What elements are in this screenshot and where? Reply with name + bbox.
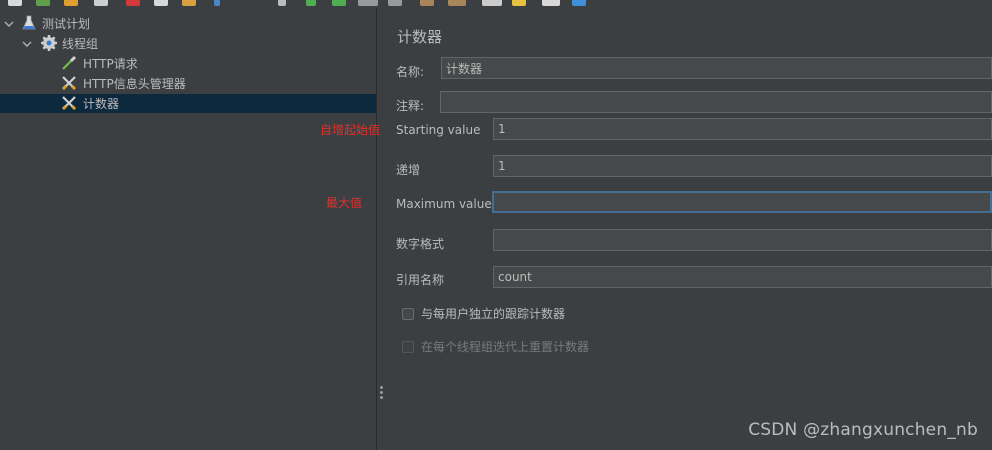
help-icon[interactable] [572,0,586,6]
counter-config-panel: 计数器 名称: 注释: Starting value 递增 Maximum va… [385,8,992,450]
splitter-grip[interactable] [380,391,383,394]
panel-splitter[interactable] [376,8,385,450]
reference-name-input[interactable] [493,266,992,288]
test-plan-tree: 测试计划 线程组 HTTP请求 HTTP信息头管理器 计数器 [0,8,376,450]
comment-input[interactable] [440,91,992,113]
start-icon[interactable] [306,0,316,6]
maximum-value-input[interactable] [492,191,992,213]
tree-item-header-manager[interactable]: HTTP信息头管理器 [0,74,376,93]
reset-counter-checkbox-row[interactable]: 在每个线程组迭代上重置计数器 [402,338,589,355]
splitter-grip[interactable] [380,386,383,389]
clear-all-icon[interactable] [448,0,466,6]
per-user-counter-checkbox[interactable] [402,307,414,320]
copy-icon[interactable] [154,0,168,6]
chevron-down-icon[interactable] [4,19,14,29]
tree-item-http-request[interactable]: HTTP请求 [0,54,376,73]
tree-item-label: 计数器 [83,97,120,111]
chevron-down-icon[interactable] [22,39,32,49]
reset-search-icon[interactable] [512,0,526,6]
save-icon[interactable] [94,0,108,6]
search-icon[interactable] [482,0,502,6]
tools-icon [60,74,78,92]
starting-value-input[interactable] [493,118,992,140]
paste-icon[interactable] [182,0,196,6]
tree-item-label: HTTP信息头管理器 [83,77,186,91]
maximum-value-label: Maximum value [396,197,492,211]
tree-item-thread-group[interactable]: 线程组 [0,34,376,53]
number-format-input[interactable] [493,229,992,251]
name-label: 名称: [396,65,425,79]
annotation-max-value: 最大值 [326,196,363,210]
comment-label: 注释: [396,99,425,113]
pipette-icon [60,54,78,72]
number-format-label: 数字格式 [396,237,445,251]
annotation-start-value: 自增起始值 [320,123,381,137]
clear-icon[interactable] [420,0,434,6]
per-user-counter-label: 与每用户独立的跟踪计数器 [421,307,566,321]
tree-item-counter[interactable]: 计数器 [0,94,376,113]
reset-counter-checkbox[interactable] [402,340,414,353]
cut-icon[interactable] [126,0,140,6]
expand-icon[interactable] [214,0,220,6]
tree-item-label: HTTP请求 [83,57,138,71]
gear-icon [40,34,58,52]
page-title: 计数器 [397,28,443,46]
toolbar [0,0,992,8]
tree-item-label: 线程组 [62,37,99,51]
per-user-counter-checkbox-row[interactable]: 与每用户独立的跟踪计数器 [402,305,565,322]
open-icon[interactable] [64,0,78,6]
reference-name-label: 引用名称 [396,273,445,287]
tools-icon [60,94,78,112]
templates-icon[interactable] [36,0,50,6]
new-icon[interactable] [8,0,22,6]
increment-label: 递增 [396,163,421,177]
function-helper-icon[interactable] [542,0,560,6]
name-input[interactable] [441,57,992,79]
increment-input[interactable] [493,155,992,177]
starting-value-label: Starting value [396,123,481,137]
reset-counter-label: 在每个线程组迭代上重置计数器 [421,340,590,354]
stop-icon[interactable] [358,0,378,6]
watermark: CSDN @zhangxunchen_nb [748,420,978,440]
splitter-grip[interactable] [380,396,383,399]
shutdown-icon[interactable] [388,0,402,6]
flask-icon [20,14,38,32]
tree-item-label: 测试计划 [42,17,91,31]
toggle-icon[interactable] [278,0,286,6]
tree-item-test-plan[interactable]: 测试计划 [0,14,376,33]
start-no-pause-icon[interactable] [332,0,346,6]
